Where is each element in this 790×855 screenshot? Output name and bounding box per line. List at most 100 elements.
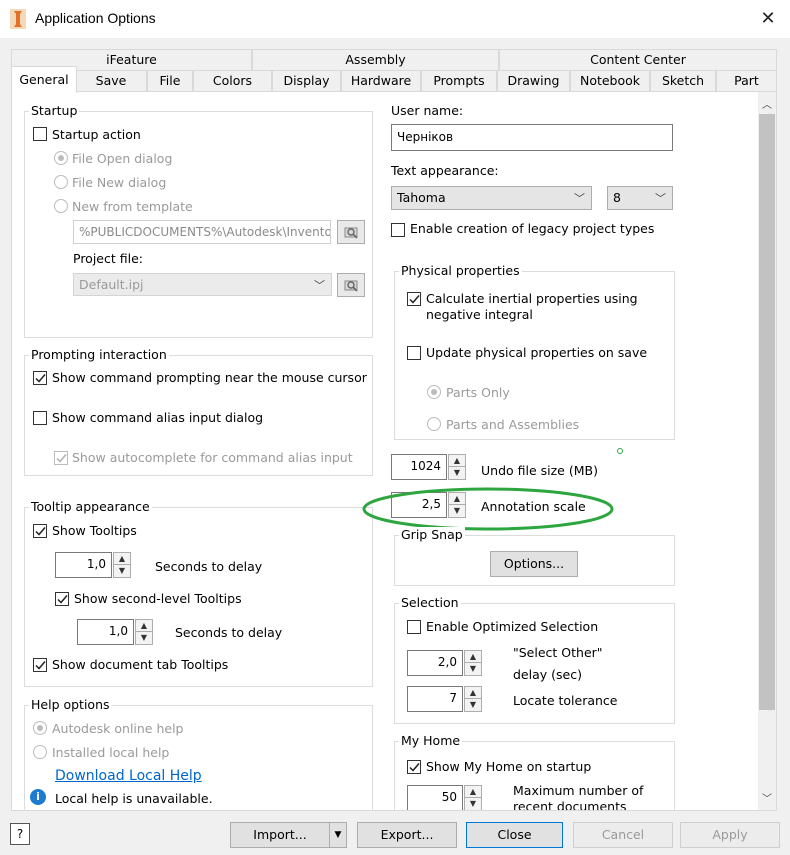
parts-only-label: Parts Only	[446, 385, 510, 400]
show-alias-checkbox[interactable]	[33, 411, 47, 425]
second-delay-label: Seconds to delay	[175, 625, 283, 640]
select-other-spinner[interactable]: ▲ ▼	[464, 650, 482, 676]
tab-part[interactable]: Part	[716, 70, 777, 91]
scrollbar-thumb[interactable]	[759, 114, 775, 710]
prompting-group-title: Prompting interaction	[29, 347, 169, 362]
template-browse-button[interactable]	[337, 220, 365, 244]
show-tooltips-checkbox[interactable]	[33, 524, 47, 538]
max-recent-input[interactable]: 50	[407, 785, 463, 810]
apply-button[interactable]: Apply	[680, 822, 780, 848]
import-dropdown-button[interactable]: ▼	[329, 822, 347, 848]
project-file-select[interactable]: Default.ipj ﹀	[73, 273, 332, 296]
chevron-down-icon: ﹀	[574, 192, 585, 205]
title-bar: Application Options ✕	[0, 0, 790, 38]
spin-down-icon[interactable]: ▼	[465, 699, 481, 711]
spin-down-icon[interactable]: ▼	[465, 798, 481, 810]
tab-hardware[interactable]: Hardware	[341, 70, 421, 91]
new-from-template-label: New from template	[72, 199, 193, 214]
cancel-button[interactable]: Cancel	[573, 822, 673, 848]
spin-down-icon[interactable]: ▼	[114, 565, 130, 577]
show-prompting-label: Show command prompting near the mouse cu…	[52, 370, 367, 385]
second-delay-spinner[interactable]: ▲ ▼	[135, 619, 153, 645]
tab-assembly[interactable]: Assembly	[252, 49, 499, 70]
new-from-template-radio[interactable]	[54, 199, 68, 213]
show-prompting-checkbox[interactable]	[33, 371, 47, 385]
select-other-delay-input[interactable]: 2,0	[407, 650, 463, 676]
spin-down-icon[interactable]: ▼	[449, 467, 465, 479]
tooltip-delay-spinner[interactable]: ▲ ▼	[113, 552, 131, 578]
close-button[interactable]: Close	[466, 822, 563, 848]
spin-up-icon[interactable]: ▲	[465, 786, 481, 798]
annotation-dot	[617, 448, 623, 454]
info-icon: i	[30, 789, 46, 805]
second-delay-input[interactable]: 1,0	[77, 619, 134, 645]
tooltip-delay-input[interactable]: 1,0	[55, 552, 112, 578]
font-size-select[interactable]: 8 ﹀	[607, 186, 673, 210]
show-autocomplete-checkbox[interactable]	[54, 451, 68, 465]
show-doc-tab-label: Show document tab Tooltips	[52, 657, 229, 672]
physical-properties-title: Physical properties	[399, 263, 522, 278]
select-other-label: "Select Other"	[513, 645, 603, 660]
tab-notebook[interactable]: Notebook	[570, 70, 650, 91]
close-icon[interactable]: ✕	[755, 6, 781, 32]
highlight-ellipse	[362, 487, 614, 531]
tab-drawing[interactable]: Drawing	[497, 70, 570, 91]
tab-general[interactable]: General	[11, 66, 77, 93]
vertical-scrollbar[interactable]: ︿ ﹀	[758, 92, 776, 810]
import-button[interactable]: Import...	[230, 822, 330, 848]
show-second-level-checkbox[interactable]	[55, 592, 69, 606]
legacy-projects-label: Enable creation of legacy project types	[410, 221, 655, 236]
undo-size-spinner[interactable]: ▲ ▼	[448, 454, 466, 480]
show-alias-label: Show command alias input dialog	[52, 410, 264, 425]
tab-display[interactable]: Display	[272, 70, 341, 91]
local-help-radio[interactable]	[33, 745, 47, 759]
locate-tolerance-label: Locate tolerance	[513, 693, 618, 708]
spin-up-icon[interactable]: ▲	[465, 687, 481, 699]
tab-sketch[interactable]: Sketch	[650, 70, 716, 91]
legacy-projects-checkbox[interactable]	[391, 223, 405, 237]
inventor-app-icon	[10, 9, 26, 29]
spin-up-icon[interactable]: ▲	[465, 651, 481, 663]
tab-file[interactable]: File	[147, 70, 193, 91]
spin-up-icon[interactable]: ▲	[136, 620, 152, 632]
font-select[interactable]: Tahoma ﹀	[391, 186, 592, 210]
tab-save[interactable]: Save	[75, 70, 147, 91]
online-help-radio[interactable]	[33, 721, 47, 735]
undo-size-input[interactable]: 1024	[391, 454, 447, 480]
help-icon[interactable]: ?	[10, 823, 30, 845]
chevron-down-icon: ﹀	[655, 192, 666, 205]
show-my-home-checkbox[interactable]	[407, 760, 421, 774]
download-local-help-link[interactable]: Download Local Help	[55, 768, 202, 784]
startup-group-title: Startup	[29, 103, 80, 118]
export-button[interactable]: Export...	[357, 822, 457, 848]
spin-down-icon[interactable]: ▼	[465, 663, 481, 675]
parts-only-radio[interactable]	[427, 385, 441, 399]
startup-action-checkbox[interactable]	[33, 127, 47, 141]
tab-prompts[interactable]: Prompts	[421, 70, 497, 91]
max-recent-clip: 50 ▲ ▼ Maximum number of recent document…	[404, 785, 704, 810]
update-physical-checkbox[interactable]	[407, 346, 421, 360]
grip-snap-options-button[interactable]: Options...	[490, 551, 578, 577]
help-group-title: Help options	[29, 697, 112, 712]
spin-up-icon[interactable]: ▲	[114, 553, 130, 565]
file-open-radio[interactable]	[54, 151, 68, 165]
show-my-home-label: Show My Home on startup	[426, 759, 592, 774]
parts-assemblies-radio[interactable]	[427, 417, 441, 431]
file-new-label: File New dialog	[72, 175, 167, 190]
max-recent-spinner[interactable]: ▲ ▼	[464, 785, 482, 810]
project-browse-button[interactable]	[337, 273, 365, 297]
show-doc-tab-checkbox[interactable]	[33, 658, 47, 672]
file-new-radio[interactable]	[54, 175, 68, 189]
user-name-input[interactable]: Черніков	[391, 124, 673, 151]
optimized-selection-checkbox[interactable]	[407, 620, 421, 634]
template-path-field[interactable]: %PUBLICDOCUMENTS%\Autodesk\Inventor	[73, 220, 331, 244]
tab-content-center[interactable]: Content Center	[499, 49, 777, 70]
locate-tolerance-input[interactable]: 7	[407, 686, 463, 712]
tab-colors[interactable]: Colors	[193, 70, 272, 91]
spin-down-icon[interactable]: ▼	[136, 632, 152, 644]
scroll-down-icon[interactable]: ﹀	[762, 790, 772, 805]
scroll-up-icon[interactable]: ︿	[762, 96, 772, 111]
calc-inertial-checkbox[interactable]	[407, 292, 421, 306]
spin-up-icon[interactable]: ▲	[449, 455, 465, 467]
locate-tolerance-spinner[interactable]: ▲ ▼	[464, 686, 482, 712]
